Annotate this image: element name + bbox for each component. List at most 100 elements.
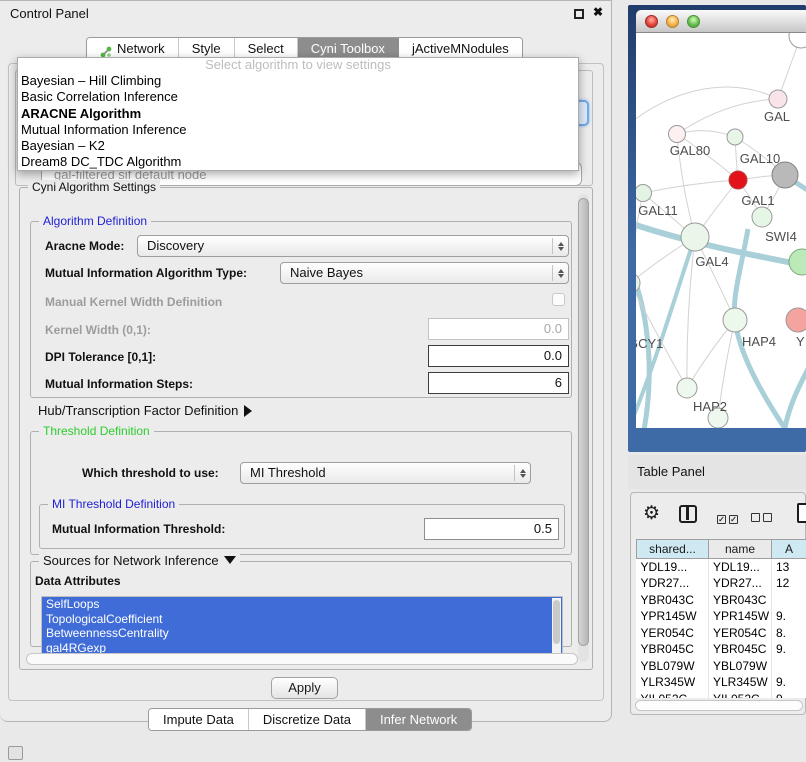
node-table[interactable]: shared... name A YDL19...YDL19...13 YDR2…	[636, 539, 806, 698]
table-horizontal-scrollbar[interactable]	[635, 700, 803, 711]
table-row[interactable]: YBR043CYBR043C	[637, 592, 806, 609]
table-row[interactable]: YPR145WYPR145W9.	[637, 608, 806, 625]
network-node-hap2[interactable]	[677, 378, 697, 398]
scrollbar-thumb[interactable]	[578, 198, 589, 646]
svg-text:GAL80: GAL80	[670, 143, 710, 158]
network-node-gal80[interactable]	[669, 126, 686, 143]
svg-text:GAL: GAL	[764, 109, 790, 124]
column-header-shared-name[interactable]: shared...	[637, 540, 709, 559]
cyni-bottom-tab-bar: Impute Data Discretize Data Infer Networ…	[148, 708, 472, 731]
sources-group: Sources for Network Inference Data Attri…	[30, 561, 572, 647]
kernel-width-field[interactable]: 0.0	[428, 318, 569, 340]
scrollbar-thumb[interactable]	[553, 600, 560, 644]
network-canvas[interactable]: GAL GAL80 GAL10 GAL1 GAL11 SWI4 GAL4 GCY…	[636, 33, 806, 428]
network-node-gal10[interactable]	[727, 129, 743, 145]
which-threshold-label: Which threshold to use:	[82, 466, 219, 480]
menu-item-mutual-information[interactable]: Mutual Information Inference	[18, 122, 578, 138]
attributes-scrollbar[interactable]	[552, 598, 561, 654]
svg-text:HAP2: HAP2	[693, 399, 727, 414]
combo-arrows-icon	[552, 265, 565, 281]
table-row[interactable]: YLR345WYLR345W9.	[637, 674, 806, 691]
control-panel-title: Control Panel	[10, 6, 89, 21]
network-window-titlebar[interactable]	[636, 10, 806, 33]
table-row[interactable]: YER054CYER054C8.	[637, 625, 806, 642]
which-threshold-combobox[interactable]: MI Threshold	[240, 462, 531, 484]
zoom-traffic-light-icon[interactable]	[687, 15, 700, 28]
aracne-mode-label: Aracne Mode:	[45, 239, 124, 253]
table-row[interactable]: YBR045CYBR045C9.	[637, 641, 806, 658]
mi-threshold-field[interactable]: 0.5	[424, 518, 559, 540]
combo-arrows-icon	[514, 465, 527, 481]
minimize-traffic-light-icon[interactable]	[666, 15, 679, 28]
svg-text:GAL1: GAL1	[741, 193, 774, 208]
settings-vertical-scrollbar[interactable]	[578, 194, 589, 662]
apply-button[interactable]: Apply	[271, 677, 338, 699]
settings-horizontal-scrollbar[interactable]	[26, 653, 578, 665]
manual-kernel-checkbox[interactable]	[552, 293, 565, 306]
tab-impute-data[interactable]: Impute Data	[149, 709, 249, 730]
network-node-hap4[interactable]	[723, 308, 747, 332]
table-row[interactable]: YDR27...YDR27...12	[637, 575, 806, 592]
algorithm-placeholder: Select algorithm to view settings	[18, 58, 578, 73]
tab-jactivemnodules[interactable]: jActiveMNodules	[399, 38, 522, 59]
table-panel-title: Table Panel	[637, 464, 705, 479]
minimized-panel-icon[interactable]	[8, 746, 23, 760]
column-header-partial[interactable]: A	[772, 540, 806, 559]
network-node[interactable]	[752, 207, 772, 227]
table-row[interactable]: YDL19...YDL19...13	[637, 559, 806, 576]
tab-style[interactable]: Style	[179, 38, 235, 59]
network-tab-icon	[100, 43, 112, 55]
tab-network[interactable]: Network	[87, 38, 179, 59]
mi-type-label: Mutual Information Algorithm Type:	[45, 266, 247, 280]
menu-item-bayesian-hill-climbing[interactable]: Bayesian – Hill Climbing	[18, 73, 578, 89]
tab-network-label: Network	[117, 38, 165, 59]
mi-threshold-group: MI Threshold Definition Mutual Informati…	[39, 504, 565, 549]
threshold-definition-group: Threshold Definition Which threshold to …	[30, 431, 572, 555]
menu-item-bayesian-k2[interactable]: Bayesian – K2	[18, 138, 578, 154]
network-node-gal11[interactable]	[636, 185, 652, 202]
menu-item-basic-correlation[interactable]: Basic Correlation Inference	[18, 89, 578, 105]
cyni-algorithm-settings-group: Cyni Algorithm Settings Algorithm Defini…	[19, 187, 593, 670]
list-item[interactable]: gal4RGexp	[42, 641, 562, 655]
combo-arrows-icon	[552, 238, 565, 254]
list-item[interactable]: BetweennessCentrality	[42, 626, 562, 641]
network-node-swi4[interactable]	[789, 249, 806, 275]
svg-text:SWI4: SWI4	[765, 229, 797, 244]
column-header-name[interactable]: name	[709, 540, 772, 559]
mi-steps-field[interactable]: 6	[428, 372, 569, 394]
dpi-tolerance-field[interactable]: 0.0	[428, 345, 569, 367]
expander-right-arrow-icon	[244, 405, 252, 417]
table-panel: ⚙ ✓✓ shared... name A YDL19...YDL19...13…	[630, 492, 806, 715]
tab-select[interactable]: Select	[235, 38, 298, 59]
table-row[interactable]: YIL052CYIL052C9.	[637, 691, 806, 699]
data-attributes-list[interactable]: SelfLoops TopologicalCoefficient Between…	[41, 596, 563, 654]
table-row[interactable]: YBL079WYBL079W	[637, 658, 806, 675]
close-traffic-light-icon[interactable]	[645, 15, 658, 28]
menu-item-dream8[interactable]: Dream8 DC_TDC Algorithm	[18, 154, 578, 170]
table-header-row: shared... name A	[637, 540, 806, 559]
network-node[interactable]	[789, 33, 806, 48]
sources-expander[interactable]: Sources for Network Inference	[39, 554, 240, 568]
close-icon[interactable]: ✖	[593, 5, 603, 19]
network-node-gal4[interactable]	[681, 223, 709, 251]
tab-discretize-data[interactable]: Discretize Data	[249, 709, 366, 730]
list-item[interactable]: TopologicalCoefficient	[42, 612, 562, 627]
threshold-definition-title: Threshold Definition	[39, 424, 154, 438]
aracne-mode-combobox[interactable]: Discovery	[137, 235, 569, 257]
tab-cyni-toolbox[interactable]: Cyni Toolbox	[298, 38, 399, 59]
float-window-icon[interactable]	[574, 9, 584, 19]
menu-item-aracne[interactable]: ARACNE Algorithm	[18, 106, 578, 122]
svg-text:GCY1: GCY1	[636, 336, 663, 351]
algorithm-definition-group: Algorithm Definition Aracne Mode: Discov…	[30, 221, 572, 398]
tab-infer-network[interactable]: Infer Network	[366, 709, 471, 730]
network-node-gal[interactable]	[769, 90, 787, 108]
mi-steps-label: Mutual Information Steps:	[45, 377, 193, 391]
mi-type-combobox[interactable]: Naive Bayes	[280, 262, 569, 284]
svg-text:GAL11: GAL11	[638, 203, 678, 218]
mi-threshold-label: Mutual Information Threshold:	[52, 522, 225, 536]
list-item[interactable]: SelfLoops	[42, 597, 562, 612]
network-node-gal1[interactable]	[729, 171, 747, 189]
data-attributes-label: Data Attributes	[35, 574, 121, 588]
network-node-y[interactable]	[786, 308, 806, 332]
hub-definition-expander[interactable]: Hub/Transcription Factor Definition	[38, 403, 252, 418]
